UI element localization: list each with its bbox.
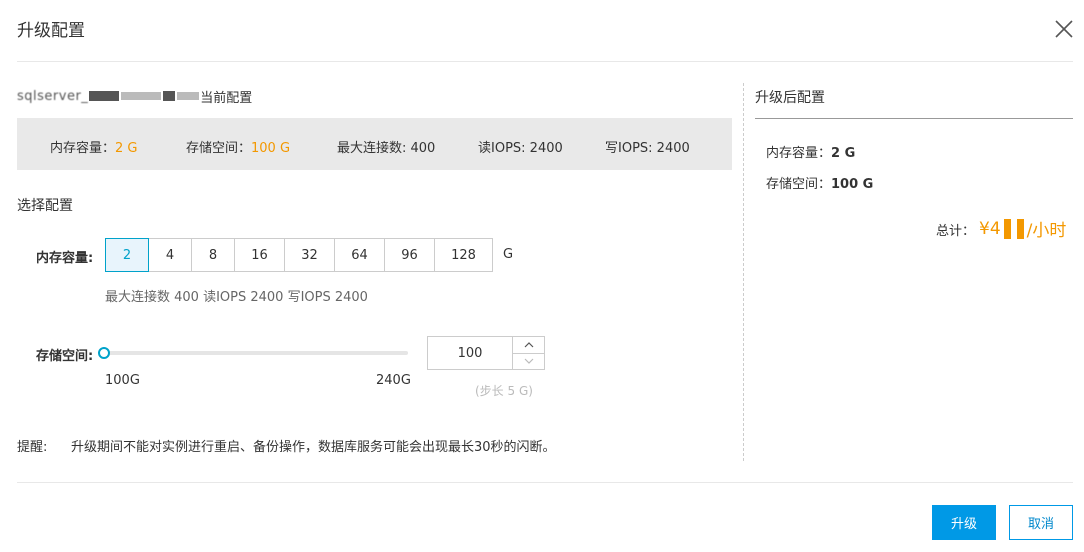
price-suffix: /小时 <box>1026 221 1067 241</box>
storage-slider-handle[interactable] <box>98 347 110 359</box>
price-prefix: ¥4 <box>979 218 1001 239</box>
memory-option-4[interactable]: 4 <box>148 238 192 272</box>
current-config-heading: sqlserver_ 当前配置 <box>17 88 253 106</box>
current-storage: 存储空间：100 G <box>186 141 291 156</box>
memory-option-128[interactable]: 128 <box>434 238 493 272</box>
after-memory: 内存容量：2 G <box>766 146 856 161</box>
memory-hint: 最大连接数 400 读IOPS 2400 写IOPS 2400 <box>105 290 368 305</box>
redacted-block <box>89 91 120 101</box>
redacted-block <box>177 92 200 100</box>
top-divider <box>17 61 1073 62</box>
redacted-block <box>1016 218 1024 239</box>
current-read-iops: 读IOPS: 2400 <box>478 141 563 156</box>
cancel-button[interactable]: 取消 <box>1009 505 1073 540</box>
memory-label: 内存容量: <box>36 251 94 266</box>
storage-stepper <box>427 336 545 370</box>
tip-text: 升级期间不能对实例进行重启、备份操作，数据库服务可能会出现最长30秒的闪断。 <box>71 440 556 455</box>
select-config-title: 选择配置 <box>17 198 73 214</box>
after-config-divider <box>755 118 1073 119</box>
redacted-block <box>1003 218 1011 239</box>
stepper-decrement-button[interactable] <box>513 354 544 370</box>
redacted-block <box>121 92 162 100</box>
total-price: ¥4 /小时 <box>979 216 1066 241</box>
storage-label: 存储空间: <box>36 349 94 364</box>
tip-label: 提醒: <box>17 440 48 455</box>
memory-option-16[interactable]: 16 <box>234 238 285 272</box>
chevron-up-icon <box>524 341 533 348</box>
storage-input[interactable] <box>428 337 512 369</box>
after-storage-value: 100 G <box>831 177 874 192</box>
slider-min-label: 100G <box>105 373 140 388</box>
current-memory: 内存容量：2 G <box>50 141 138 156</box>
memory-option-64[interactable]: 64 <box>334 238 385 272</box>
chevron-down-icon <box>524 358 533 365</box>
close-icon[interactable] <box>1052 17 1076 41</box>
stepper-buttons <box>512 337 544 369</box>
after-memory-value: 2 G <box>831 146 856 161</box>
slider-max-label: 240G <box>376 373 411 388</box>
step-hint: (步长 5 G) <box>475 384 533 398</box>
stepper-increment-button[interactable] <box>513 337 544 354</box>
memory-option-8[interactable]: 8 <box>191 238 235 272</box>
after-storage: 存储空间：100 G <box>766 177 874 192</box>
current-config-label: 当前配置 <box>200 90 253 106</box>
memory-option-96[interactable]: 96 <box>384 238 435 272</box>
memory-option-2[interactable]: 2 <box>105 238 149 272</box>
current-max-connections: 最大连接数: 400 <box>337 141 436 156</box>
after-config-title: 升级后配置 <box>755 90 825 106</box>
bottom-divider <box>17 482 1073 483</box>
current-storage-value: 100 G <box>251 141 291 156</box>
storage-slider-track[interactable] <box>104 351 408 355</box>
memory-unit: G <box>503 247 514 262</box>
memory-options: 2 4 8 16 32 64 96 128 <box>105 238 493 272</box>
vertical-divider <box>743 83 744 461</box>
total-label: 总计： <box>936 224 976 239</box>
current-memory-value: 2 G <box>115 141 138 156</box>
upgrade-button[interactable]: 升级 <box>932 505 996 540</box>
current-write-iops: 写IOPS: 2400 <box>605 141 690 156</box>
current-config-box: 内存容量：2 G 存储空间：100 G 最大连接数: 400 读IOPS: 24… <box>17 118 732 170</box>
redacted-block <box>163 91 176 101</box>
instance-name: sqlserver_ <box>17 88 89 104</box>
dialog-title: 升级配置 <box>17 21 85 41</box>
memory-option-32[interactable]: 32 <box>284 238 335 272</box>
